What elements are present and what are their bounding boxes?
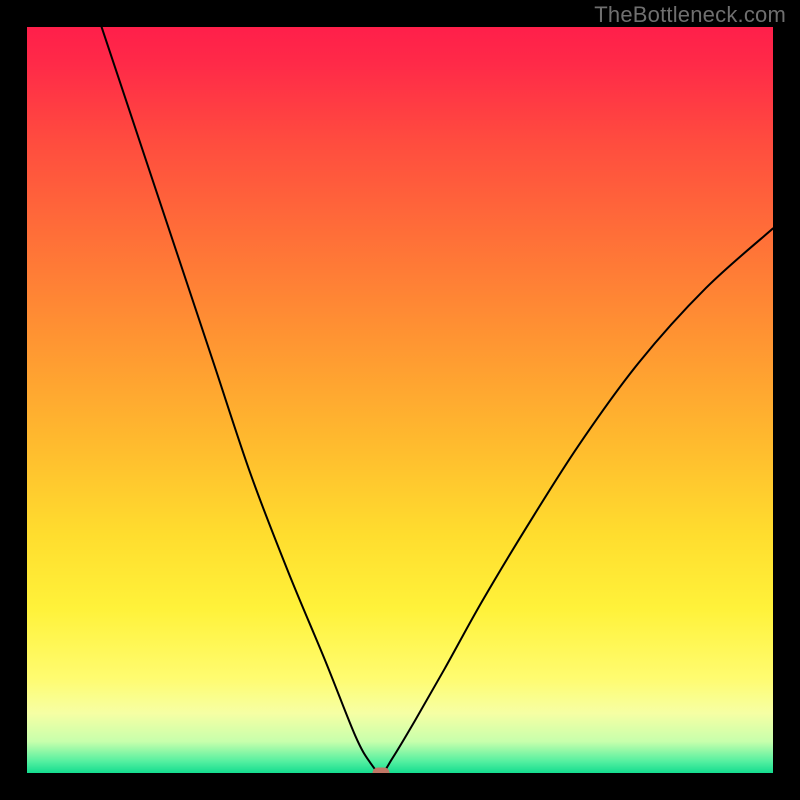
plot-area xyxy=(27,27,773,773)
plot-svg xyxy=(27,27,773,773)
watermark-text: TheBottleneck.com xyxy=(594,2,786,28)
chart-frame: TheBottleneck.com xyxy=(0,0,800,800)
optimal-point-marker xyxy=(373,768,390,774)
